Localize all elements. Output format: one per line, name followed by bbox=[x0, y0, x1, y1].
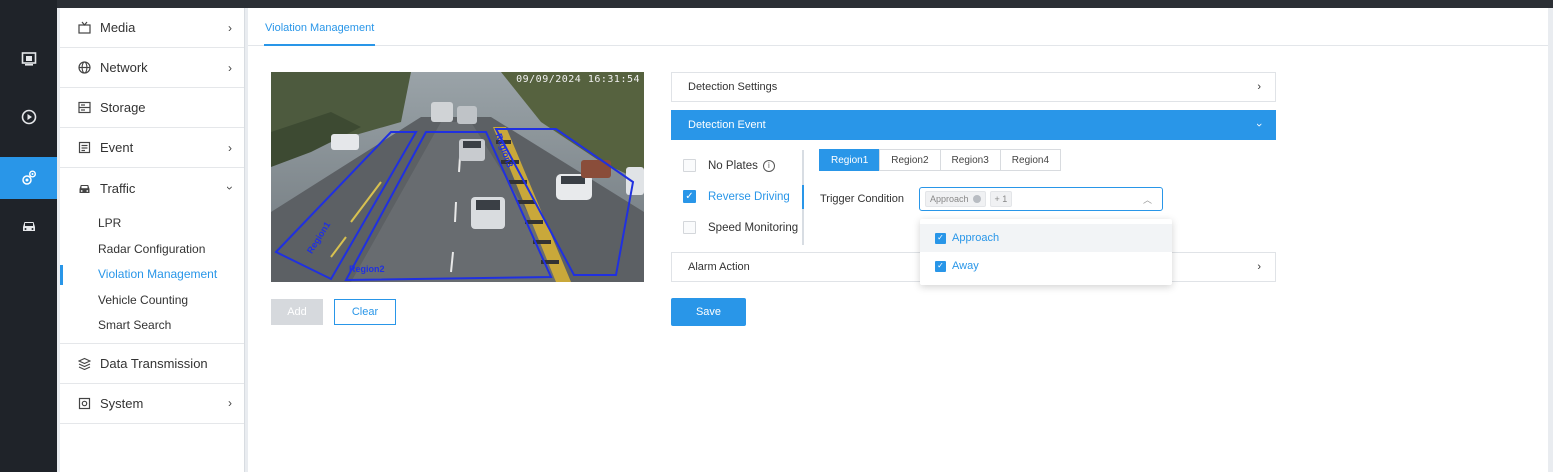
chevron-right-icon: › bbox=[1257, 81, 1261, 93]
menu-item-network[interactable]: Network › bbox=[60, 48, 244, 88]
checkmark-icon: ✓ bbox=[685, 190, 694, 202]
menu-label: Storage bbox=[100, 100, 146, 115]
play-icon bbox=[21, 109, 36, 125]
menu-label: System bbox=[100, 395, 144, 411]
menu-item-storage[interactable]: Storage bbox=[60, 88, 244, 128]
panel-label: Detection Settings bbox=[688, 81, 778, 93]
trigger-condition-select[interactable]: Approach + 1 ︿ bbox=[919, 187, 1163, 211]
region1-tab[interactable]: Region1 bbox=[819, 149, 881, 171]
preview-timestamp: 09/09/2024 16:31:54 bbox=[516, 74, 640, 85]
region2-tab[interactable]: Region2 bbox=[879, 149, 941, 171]
region-label: Region2 bbox=[349, 264, 385, 274]
camera-preview[interactable]: 09/09/2024 16:31:54 Region1 Region2 Regi… bbox=[271, 72, 644, 282]
menu-label: Media bbox=[100, 20, 136, 35]
chevron-up-icon: ︿ bbox=[1142, 195, 1152, 205]
tag-label: Approach bbox=[930, 194, 969, 204]
submenu-item-violation-management[interactable]: Violation Management bbox=[60, 262, 244, 288]
event-icon bbox=[76, 141, 92, 154]
trigger-condition-dropdown: ✓ Approach ✓ Away bbox=[920, 219, 1172, 285]
checkmark-icon: ✓ bbox=[937, 233, 944, 242]
chevron-right-icon: › bbox=[1257, 261, 1261, 273]
menu-item-media[interactable]: Media › bbox=[60, 8, 244, 48]
speed-monitoring-checkbox[interactable] bbox=[683, 221, 696, 234]
panel-label: Detection Event bbox=[688, 119, 766, 131]
settings-icon bbox=[21, 170, 36, 185]
playback-button[interactable] bbox=[0, 96, 57, 138]
event-label: Reverse Driving bbox=[708, 190, 790, 203]
main-content: Violation Management 09/09/2024 16:31:54… bbox=[248, 8, 1548, 472]
submenu-item-smart-search[interactable]: Smart Search bbox=[60, 313, 244, 339]
option-label: Approach bbox=[952, 232, 1000, 244]
region-tabs: Region1 Region2 Region3 Region4 bbox=[819, 149, 1062, 171]
menu-label: Data Transmission bbox=[100, 355, 208, 371]
selected-tag: Approach bbox=[925, 191, 986, 207]
approach-checkbox[interactable]: ✓ bbox=[935, 232, 946, 244]
chevron-down-icon: › bbox=[1253, 123, 1266, 127]
event-label: Speed Monitoring bbox=[708, 221, 799, 234]
chevron-right-icon: › bbox=[228, 20, 232, 35]
settings-button[interactable] bbox=[0, 157, 57, 199]
chevron-down-icon: › bbox=[223, 186, 237, 190]
car-icon bbox=[76, 182, 92, 195]
away-checkbox[interactable]: ✓ bbox=[935, 260, 946, 272]
media-icon bbox=[76, 21, 92, 34]
option-approach[interactable]: ✓ Approach bbox=[920, 224, 1172, 252]
submenu-item-vehicle-counting[interactable]: Vehicle Counting bbox=[60, 288, 244, 314]
event-reverse-driving[interactable]: ✓ Reverse Driving bbox=[671, 181, 804, 212]
event-list: No Plates i ✓ Reverse Driving Speed Moni… bbox=[671, 150, 804, 245]
save-button[interactable]: Save bbox=[671, 298, 746, 326]
menu-item-traffic[interactable]: Traffic › bbox=[60, 168, 244, 208]
submenu-item-radar-configuration[interactable]: Radar Configuration bbox=[60, 237, 244, 263]
system-icon bbox=[76, 397, 92, 410]
info-icon[interactable]: i bbox=[762, 159, 775, 172]
menu-item-data-transmission[interactable]: Data Transmission bbox=[60, 344, 244, 384]
region4-tab[interactable]: Region4 bbox=[999, 149, 1062, 171]
clear-button[interactable]: Clear bbox=[334, 299, 396, 325]
submenu-item-lpr[interactable]: LPR bbox=[60, 211, 244, 237]
storage-icon bbox=[76, 101, 92, 114]
menu-label: Event bbox=[100, 140, 134, 155]
icon-rail bbox=[0, 0, 57, 472]
event-speed-monitoring[interactable]: Speed Monitoring bbox=[671, 212, 802, 243]
menu-item-event[interactable]: Event › bbox=[60, 128, 244, 168]
remove-tag-icon[interactable] bbox=[972, 195, 981, 203]
layers-icon bbox=[76, 357, 92, 370]
globe-icon bbox=[76, 61, 92, 74]
detection-event-row[interactable]: Detection Event › bbox=[671, 110, 1276, 140]
event-no-plates[interactable]: No Plates i bbox=[671, 150, 802, 181]
trigger-condition-label: Trigger Condition bbox=[820, 193, 904, 205]
event-label: No Plates bbox=[708, 159, 758, 172]
add-button[interactable]: Add bbox=[271, 299, 323, 325]
tab-bar: Violation Management bbox=[248, 8, 1548, 46]
chevron-right-icon: › bbox=[228, 60, 232, 75]
preview-drawing bbox=[271, 72, 644, 282]
detection-settings-row[interactable]: Detection Settings › bbox=[671, 72, 1276, 102]
panel-label: Alarm Action bbox=[688, 261, 750, 273]
traffic-submenu: LPR Radar Configuration Violation Manage… bbox=[60, 208, 244, 344]
menu-label: Network bbox=[100, 60, 148, 75]
tab-violation-management[interactable]: Violation Management bbox=[264, 8, 376, 46]
reverse-driving-checkbox[interactable]: ✓ bbox=[683, 190, 696, 203]
live-view-button[interactable] bbox=[0, 38, 57, 80]
option-label: Away bbox=[952, 260, 979, 272]
more-tag: + 1 bbox=[989, 191, 1013, 207]
no-plates-checkbox[interactable] bbox=[683, 159, 696, 172]
settings-menu: Media › Network › Storage Event › Traffi… bbox=[60, 8, 245, 472]
car-icon bbox=[22, 222, 35, 231]
monitor-icon bbox=[21, 52, 36, 66]
option-away[interactable]: ✓ Away bbox=[920, 252, 1172, 280]
traffic-button[interactable] bbox=[0, 205, 57, 247]
region3-tab[interactable]: Region3 bbox=[939, 149, 1001, 171]
chevron-right-icon: › bbox=[228, 396, 232, 411]
menu-label: Traffic bbox=[100, 180, 136, 196]
top-bar bbox=[0, 0, 1553, 8]
chevron-right-icon: › bbox=[228, 140, 232, 155]
menu-item-system[interactable]: System › bbox=[60, 384, 244, 424]
checkmark-icon: ✓ bbox=[937, 261, 944, 270]
